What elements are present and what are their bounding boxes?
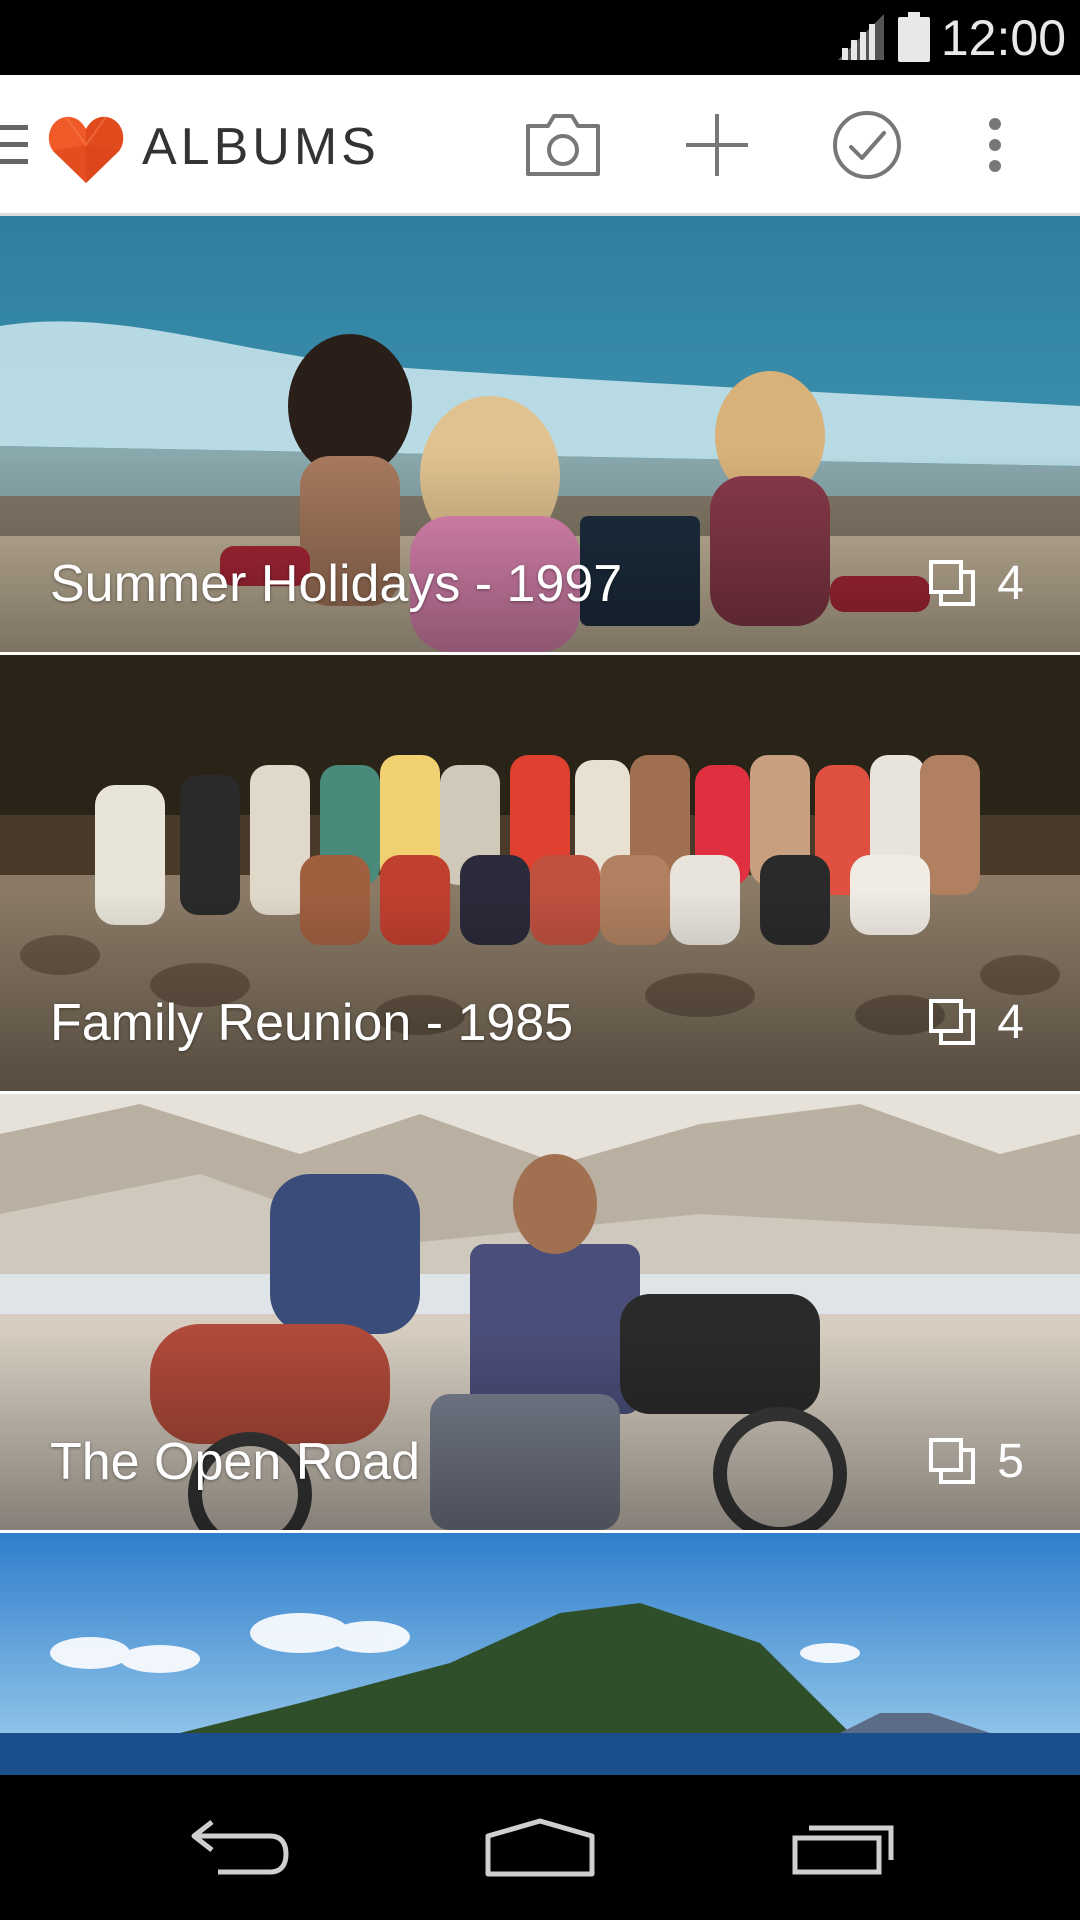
photos-stack-icon [929,1438,976,1484]
album-count-badge: 5 [929,1432,1024,1492]
back-button[interactable] [170,1803,310,1893]
home-icon [485,1818,595,1877]
recents-icon [792,1825,894,1875]
page-title: ALBUMS [142,118,380,176]
album-photo [0,1533,1080,1775]
photos-stack-icon [929,999,976,1045]
home-button[interactable] [470,1803,610,1893]
nav-drawer-icon[interactable] [0,123,30,167]
album-photo-count: 4 [997,557,1024,610]
recents-button[interactable] [773,1803,913,1893]
album-title: Summer Holidays - 1997 [50,555,623,613]
select-button[interactable] [822,100,912,190]
album-shade [0,891,1080,1091]
album-title: Family Reunion - 1985 [50,994,574,1052]
camera-button[interactable] [518,100,608,190]
album-shade [0,1330,1080,1530]
album-shade [0,452,1080,652]
status-bar: 12:00 [0,0,1080,75]
album-card[interactable]: Family Reunion - 1985 4 [0,655,1080,1091]
album-photo-count: 5 [997,1435,1024,1488]
album-card[interactable] [0,1533,1080,1775]
more-options-button[interactable] [950,100,1040,190]
album-list[interactable]: Summer Holidays - 1997 4 Family Reunion … [0,216,1080,1775]
album-count-badge: 4 [929,554,1024,614]
album-count-badge: 4 [929,993,1024,1053]
plus-icon [686,114,748,176]
back-icon [191,1820,289,1875]
album-card[interactable]: The Open Road 5 [0,1094,1080,1530]
app-bar: ALBUMS [0,75,1080,216]
camera-icon [526,114,600,176]
more-vert-icon [989,118,1001,172]
add-button[interactable] [672,100,762,190]
system-nav-bar [0,1775,1080,1920]
album-title: The Open Road [50,1433,421,1491]
check-circle-icon [833,111,901,179]
battery-icon [898,12,930,62]
signal-icon [838,14,884,60]
album-card[interactable]: Summer Holidays - 1997 4 [0,216,1080,652]
heart-logo[interactable] [48,113,124,185]
album-photo-count: 4 [997,996,1024,1049]
status-time: 12:00 [940,10,1066,66]
photos-stack-icon [929,560,976,606]
